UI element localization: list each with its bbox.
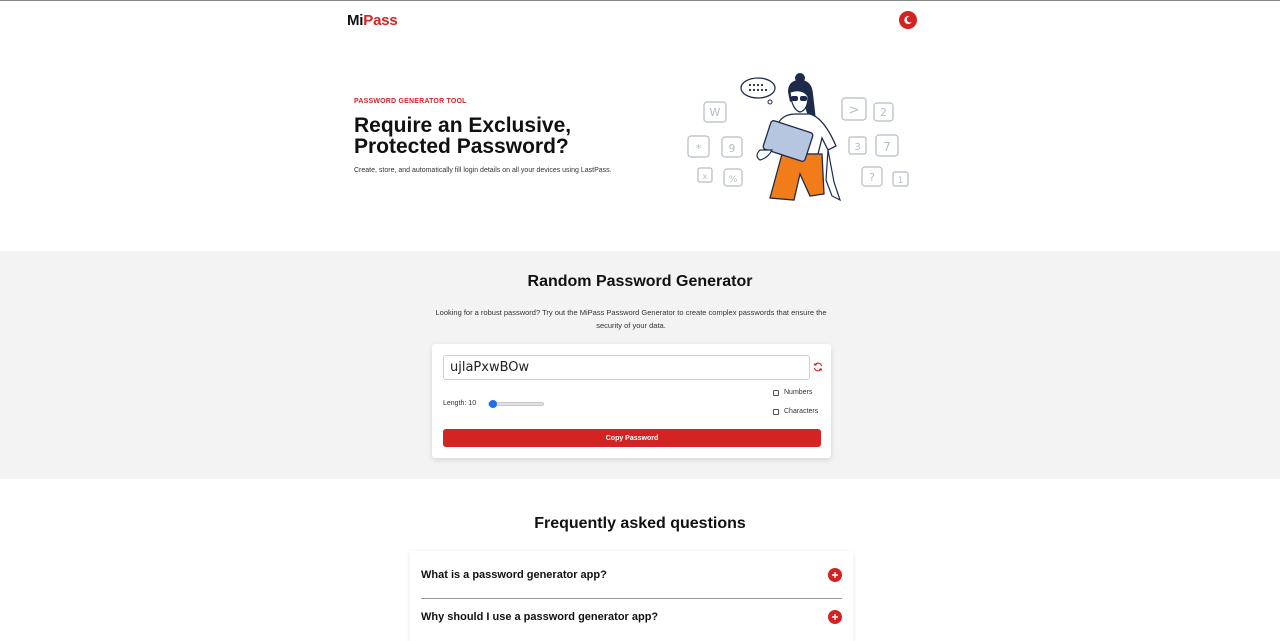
faq-question: Why should I use a password generator ap… <box>421 611 659 623</box>
hero-title-line2: Protected Password? <box>354 135 569 158</box>
logo-pass: Pass <box>363 12 398 29</box>
theme-toggle-button[interactable] <box>899 11 917 29</box>
moon-icon <box>904 16 912 25</box>
key-question-text: ? <box>869 171 875 184</box>
generator-title: Random Password Generator <box>527 273 753 290</box>
key-2-text: 2 <box>880 106 887 119</box>
copy-password-button[interactable]: Copy Password <box>443 429 821 447</box>
numbers-label: Numbers <box>784 389 813 396</box>
characters-label: Characters <box>784 408 819 415</box>
key-star-text: * <box>696 142 702 155</box>
length-slider[interactable] <box>488 400 544 408</box>
password-field[interactable] <box>443 355 810 380</box>
plus-icon[interactable] <box>828 610 842 624</box>
navbar: MiPass <box>0 1 1280 40</box>
length-label: Length: 10 <box>443 400 477 407</box>
hero-eyebrow: PASSWORD GENERATOR TOOL <box>354 98 467 105</box>
key-percent-text: % <box>729 175 738 185</box>
faq-title: Frequently asked questions <box>534 515 746 532</box>
numbers-checkbox[interactable] <box>773 389 779 396</box>
characters-checkbox[interactable] <box>773 408 779 415</box>
faq-item[interactable]: Why should I use a password generator ap… <box>421 595 842 637</box>
hero-title-line1: Require an Exclusive, <box>354 114 572 137</box>
key-gt-text: > <box>849 103 860 118</box>
generator-card: Numbers Characters Length: 10 Copy Passw… <box>432 344 831 458</box>
key-7-text: 7 <box>883 140 891 154</box>
plus-icon[interactable] <box>828 568 842 582</box>
length-slider-thumb[interactable] <box>489 400 497 408</box>
generator-section: Random Password Generator Looking for a … <box>0 251 1280 479</box>
key-1-text: 1 <box>898 176 904 186</box>
hero-subtitle: Create, store, and automatically fill lo… <box>354 167 612 174</box>
hero-title: Require an Exclusive, Protected Password… <box>354 115 674 157</box>
refresh-icon[interactable] <box>813 362 823 372</box>
logo-mi: Mi <box>347 12 364 29</box>
hero-illustration: W * 9 x % > 2 3 7 ? 1 <box>687 73 909 202</box>
faq-list: What is a password generator app? Why sh… <box>410 551 853 641</box>
characters-option[interactable]: Characters <box>773 408 818 415</box>
key-3-text: 3 <box>854 142 860 153</box>
faq-item[interactable]: What is a password generator app? <box>421 553 842 595</box>
key-w-text: W <box>710 106 721 119</box>
key-9-text: 9 <box>729 142 736 155</box>
hero-section: PASSWORD GENERATOR TOOL Require an Exclu… <box>0 40 1280 251</box>
brand-logo[interactable]: MiPass <box>347 12 398 29</box>
numbers-option[interactable]: Numbers <box>773 389 812 396</box>
key-x-text: x <box>703 172 708 181</box>
generator-description: Looking for a robust password? Try out t… <box>435 308 827 330</box>
faq-question: What is a password generator app? <box>421 569 607 581</box>
